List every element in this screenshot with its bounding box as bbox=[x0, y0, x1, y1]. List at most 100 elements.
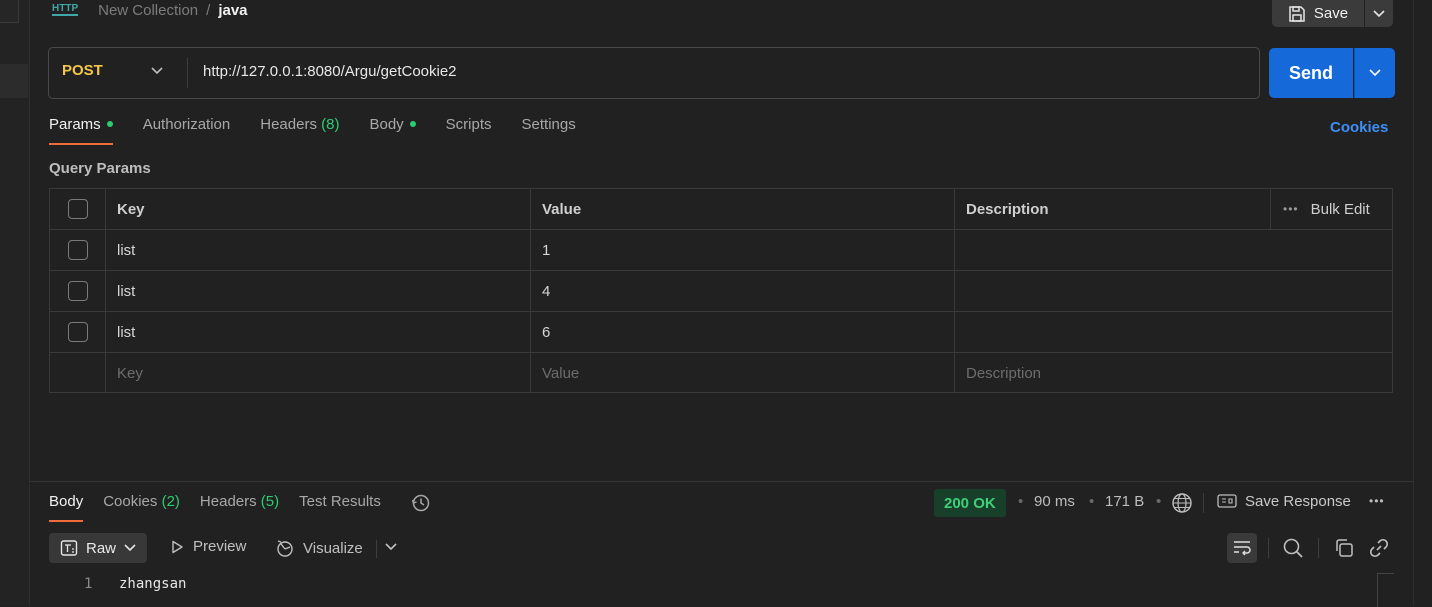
save-response-label: Save Response bbox=[1245, 492, 1351, 510]
tab-settings[interactable]: Settings bbox=[522, 116, 576, 145]
tab-authorization[interactable]: Authorization bbox=[143, 116, 231, 145]
param-key[interactable]: list bbox=[106, 312, 531, 352]
save-dropdown-button[interactable] bbox=[1365, 0, 1393, 27]
param-value[interactable]: 6 bbox=[531, 312, 955, 352]
request-response-divider[interactable] bbox=[29, 481, 1413, 482]
row-checkbox[interactable] bbox=[67, 322, 88, 342]
response-headers-count: (5) bbox=[260, 493, 280, 510]
bulk-edit-button[interactable]: ••• Bulk Edit bbox=[1270, 189, 1392, 229]
breadcrumb: HTTP New Collection / java bbox=[52, 0, 248, 20]
search-button[interactable] bbox=[1282, 537, 1304, 563]
query-params-title: Query Params bbox=[49, 160, 151, 177]
tab-body[interactable]: Body bbox=[369, 116, 416, 145]
param-description[interactable] bbox=[955, 230, 1270, 270]
response-tab-body[interactable]: Body bbox=[49, 493, 84, 522]
history-icon bbox=[411, 494, 430, 512]
tab-params[interactable]: Params bbox=[49, 116, 113, 145]
save-response-icon bbox=[1217, 494, 1237, 508]
method-dropdown[interactable] bbox=[150, 63, 164, 80]
response-tab-cookies[interactable]: Cookies (2) bbox=[103, 493, 180, 522]
chevron-down-icon bbox=[124, 544, 136, 552]
param-description[interactable] bbox=[955, 312, 1270, 352]
request-name[interactable]: java bbox=[218, 2, 247, 19]
status-badge[interactable]: 200 OK bbox=[934, 489, 1006, 517]
meta-separator: • bbox=[1089, 493, 1095, 510]
chevron-down-icon bbox=[1369, 69, 1381, 77]
chevron-down-icon bbox=[385, 543, 397, 551]
response-tab-test-results[interactable]: Test Results bbox=[299, 493, 381, 522]
value-column-header: Value bbox=[531, 189, 955, 229]
wrap-lines-icon bbox=[1234, 541, 1251, 556]
key-column-header: Key bbox=[106, 189, 531, 229]
breadcrumb-collection[interactable]: New Collection bbox=[98, 2, 198, 19]
sidebar-selected-item[interactable] bbox=[0, 64, 28, 98]
param-key[interactable]: list bbox=[106, 230, 531, 270]
select-all-cell bbox=[50, 189, 106, 229]
raw-view-selector[interactable]: Raw bbox=[49, 533, 147, 563]
param-key[interactable]: list bbox=[106, 271, 531, 311]
meta-separator: • bbox=[1156, 493, 1162, 510]
save-icon bbox=[1289, 5, 1305, 22]
new-key-input[interactable]: Key bbox=[106, 353, 531, 393]
tab-scripts[interactable]: Scripts bbox=[446, 116, 492, 145]
visualize-dropdown[interactable] bbox=[383, 540, 399, 558]
response-tab-cookies-label: Cookies bbox=[103, 493, 158, 510]
search-icon bbox=[1283, 538, 1303, 558]
send-button[interactable]: Send bbox=[1269, 48, 1353, 98]
meta-separator: • bbox=[1018, 493, 1024, 510]
response-scrollbar[interactable] bbox=[1377, 573, 1394, 607]
tab-params-label: Params bbox=[49, 116, 101, 133]
preview-label: Preview bbox=[193, 538, 247, 555]
response-tab-headers-label: Headers bbox=[199, 493, 257, 510]
cookies-link[interactable]: Cookies bbox=[1330, 119, 1388, 136]
link-button[interactable] bbox=[1368, 537, 1390, 563]
row-checkbox-cell bbox=[50, 353, 106, 393]
visualize-icon bbox=[277, 540, 293, 557]
response-tab-test-results-label: Test Results bbox=[299, 493, 381, 510]
new-description-input[interactable]: Description bbox=[955, 353, 1270, 393]
url-input[interactable]: http://127.0.0.1:8080/Argu/getCookie2 bbox=[203, 63, 457, 80]
history-button[interactable] bbox=[411, 493, 431, 529]
response-size[interactable]: 171 B bbox=[1105, 493, 1144, 510]
row-checkbox[interactable] bbox=[67, 281, 88, 301]
select-all-checkbox[interactable] bbox=[67, 199, 88, 219]
preview-button[interactable]: Preview bbox=[169, 538, 246, 555]
response-time[interactable]: 90 ms bbox=[1034, 493, 1075, 510]
send-dropdown-button[interactable] bbox=[1354, 48, 1395, 98]
response-tab-headers[interactable]: Headers (5) bbox=[200, 493, 279, 522]
save-response-button[interactable]: Save Response bbox=[1217, 492, 1351, 510]
request-tabs: Params Authorization Headers (8) Body Sc… bbox=[49, 116, 576, 145]
sidebar-block bbox=[0, 0, 19, 23]
param-value[interactable]: 1 bbox=[531, 230, 955, 270]
tab-authorization-label: Authorization bbox=[142, 116, 231, 133]
link-icon bbox=[1369, 538, 1389, 558]
bulk-edit-label: Bulk Edit bbox=[1310, 200, 1370, 218]
row-checkbox-cell bbox=[50, 312, 106, 352]
save-button[interactable]: Save bbox=[1272, 0, 1364, 27]
more-options-icon[interactable]: ••• bbox=[1369, 494, 1385, 508]
tab-headers[interactable]: Headers (8) bbox=[260, 116, 339, 145]
network-globe-button[interactable] bbox=[1171, 492, 1193, 518]
tab-scripts-label: Scripts bbox=[445, 116, 492, 133]
response-body-text[interactable]: zhangsan bbox=[119, 576, 186, 592]
copy-icon bbox=[1336, 539, 1353, 557]
wrap-lines-button[interactable] bbox=[1227, 533, 1257, 563]
left-sidebar-strip bbox=[0, 0, 30, 606]
param-description[interactable] bbox=[955, 271, 1270, 311]
row-checkbox[interactable] bbox=[67, 240, 88, 260]
row-checkbox-cell bbox=[50, 271, 106, 311]
http-request-icon: HTTP bbox=[52, 3, 79, 16]
divider bbox=[1318, 538, 1319, 558]
new-value-input[interactable]: Value bbox=[531, 353, 955, 393]
right-sidebar-strip bbox=[1413, 0, 1432, 606]
visualize-button[interactable]: Visualize bbox=[275, 538, 363, 558]
copy-button[interactable] bbox=[1333, 537, 1355, 563]
chevron-down-icon bbox=[1373, 9, 1385, 17]
more-options-icon[interactable]: ••• bbox=[1283, 202, 1299, 216]
play-icon bbox=[172, 540, 183, 553]
tab-settings-label: Settings bbox=[521, 116, 576, 133]
method-selector[interactable]: POST bbox=[62, 62, 103, 79]
param-value[interactable]: 4 bbox=[531, 271, 955, 311]
params-active-dot bbox=[106, 121, 113, 128]
table-row: list 4 bbox=[50, 271, 1392, 312]
